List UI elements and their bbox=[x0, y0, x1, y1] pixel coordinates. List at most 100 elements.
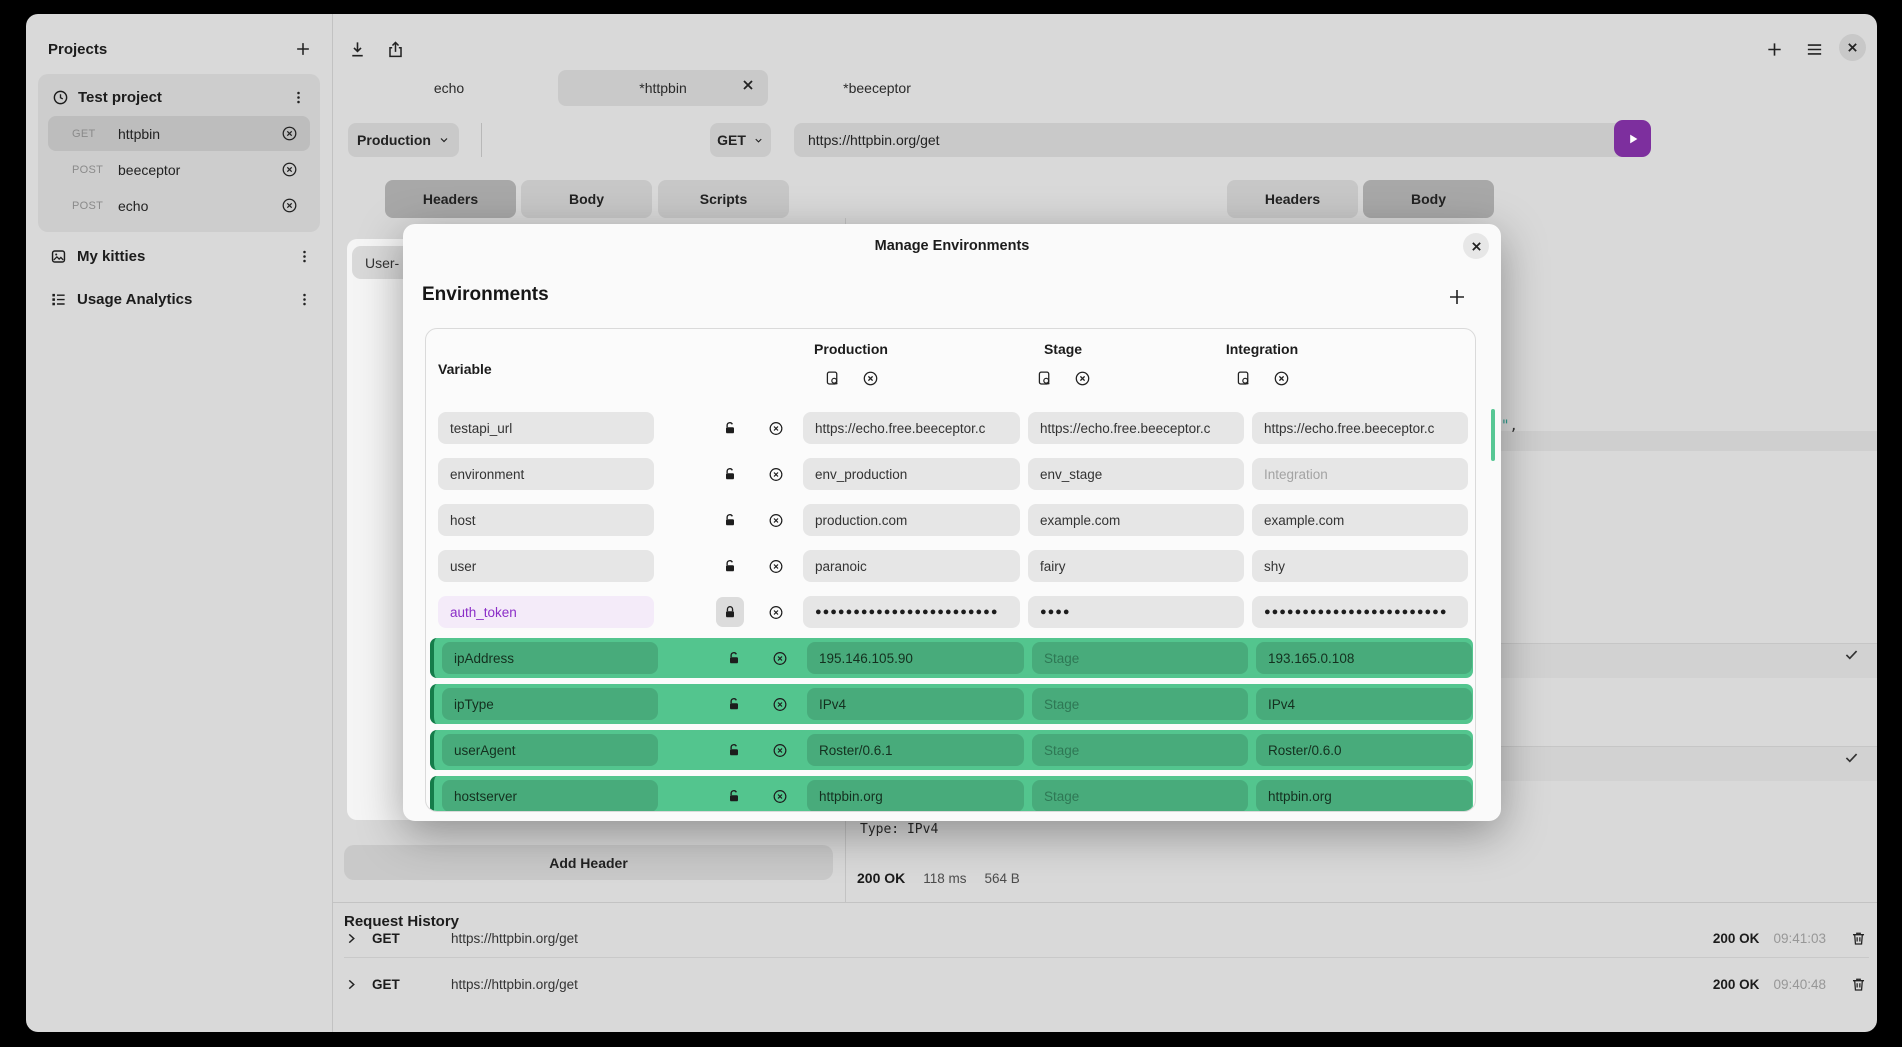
delete-environment-icon[interactable] bbox=[860, 368, 881, 389]
lock-open-button[interactable] bbox=[716, 413, 744, 443]
response-tab-body[interactable]: Body bbox=[1363, 180, 1494, 218]
remove-variable-button[interactable] bbox=[766, 781, 794, 811]
env-value-input[interactable] bbox=[1028, 412, 1244, 444]
lock-open-button[interactable] bbox=[720, 689, 748, 719]
env-value-input[interactable] bbox=[803, 458, 1020, 490]
url-input[interactable] bbox=[794, 123, 1635, 157]
add-project-button[interactable] bbox=[292, 38, 314, 60]
remove-variable-button[interactable] bbox=[762, 597, 790, 627]
sidebar-item-echo[interactable]: POST echo bbox=[48, 188, 310, 223]
tab-httpbin[interactable]: *httpbin bbox=[558, 70, 768, 106]
env-value-input[interactable] bbox=[807, 642, 1024, 674]
import-download-icon[interactable] bbox=[346, 38, 369, 61]
env-var-name-input[interactable] bbox=[438, 596, 654, 628]
project-header[interactable]: Test project bbox=[42, 80, 316, 115]
lock-open-button[interactable] bbox=[720, 781, 748, 811]
env-value-input[interactable] bbox=[1032, 688, 1248, 720]
remove-variable-button[interactable] bbox=[762, 505, 790, 535]
delete-environment-icon[interactable] bbox=[1072, 368, 1093, 389]
project-menu-kebab-icon[interactable] bbox=[295, 246, 314, 267]
request-tab-headers[interactable]: Headers bbox=[385, 180, 516, 218]
env-value-input[interactable] bbox=[1252, 550, 1468, 582]
env-var-name-input[interactable] bbox=[442, 780, 658, 812]
lock-open-button[interactable] bbox=[716, 505, 744, 535]
env-value-input[interactable] bbox=[1256, 642, 1472, 674]
env-value-input[interactable] bbox=[1252, 504, 1468, 536]
sidebar-item-httpbin[interactable]: GET httpbin bbox=[48, 116, 310, 151]
env-value-input[interactable] bbox=[1028, 458, 1244, 490]
modal-scrollbar-thumb[interactable] bbox=[1491, 409, 1495, 461]
send-request-button[interactable] bbox=[1614, 120, 1651, 157]
sidebar-item-beeceptor[interactable]: POST beeceptor bbox=[48, 152, 310, 187]
lock-open-button[interactable] bbox=[716, 459, 744, 489]
modal-close-button[interactable] bbox=[1463, 233, 1489, 259]
history-row[interactable]: GET https://httpbin.org/get 200 OK 09:40… bbox=[344, 966, 1869, 1003]
add-environment-button[interactable] bbox=[1441, 286, 1473, 308]
env-value-input[interactable] bbox=[803, 550, 1020, 582]
remove-variable-button[interactable] bbox=[762, 459, 790, 489]
duplicate-environment-icon[interactable] bbox=[822, 368, 843, 389]
lock-closed-button[interactable] bbox=[716, 597, 744, 627]
env-value-input[interactable] bbox=[1032, 734, 1248, 766]
env-value-input[interactable] bbox=[807, 780, 1024, 812]
duplicate-environment-icon[interactable] bbox=[1034, 368, 1055, 389]
env-value-input[interactable] bbox=[807, 688, 1024, 720]
close-request-icon[interactable] bbox=[279, 159, 300, 180]
menu-hamburger-icon[interactable] bbox=[1803, 38, 1826, 61]
env-value-input[interactable] bbox=[1028, 550, 1244, 582]
env-var-name-input[interactable] bbox=[438, 504, 654, 536]
env-value-input[interactable] bbox=[803, 412, 1020, 444]
remove-variable-button[interactable] bbox=[762, 551, 790, 581]
env-value-input[interactable] bbox=[807, 734, 1024, 766]
remove-variable-button[interactable] bbox=[766, 689, 794, 719]
close-request-icon[interactable] bbox=[279, 195, 300, 216]
env-value-input[interactable] bbox=[1252, 458, 1468, 490]
method-selector[interactable]: GET bbox=[710, 123, 771, 157]
trash-icon[interactable] bbox=[1848, 928, 1869, 949]
history-row[interactable]: GET https://httpbin.org/get 200 OK 09:41… bbox=[344, 920, 1869, 957]
remove-variable-button[interactable] bbox=[766, 735, 794, 765]
response-tab-headers[interactable]: Headers bbox=[1227, 180, 1358, 218]
lock-open-button[interactable] bbox=[720, 643, 748, 673]
remove-variable-button[interactable] bbox=[762, 413, 790, 443]
env-row-ipType bbox=[430, 684, 1473, 724]
tab-beeceptor[interactable]: *beeceptor bbox=[772, 70, 982, 106]
delete-environment-icon[interactable] bbox=[1271, 368, 1292, 389]
env-value-input[interactable] bbox=[1256, 734, 1472, 766]
env-value-input[interactable] bbox=[1032, 642, 1248, 674]
env-value-input[interactable] bbox=[1028, 596, 1244, 628]
lock-open-button[interactable] bbox=[720, 735, 748, 765]
env-value-input[interactable] bbox=[1032, 780, 1248, 812]
window-close-button[interactable] bbox=[1839, 34, 1866, 61]
env-var-name-input[interactable] bbox=[442, 642, 658, 674]
duplicate-environment-icon[interactable] bbox=[1233, 368, 1254, 389]
export-share-icon[interactable] bbox=[384, 38, 407, 61]
env-var-name-input[interactable] bbox=[438, 412, 654, 444]
request-tab-body[interactable]: Body bbox=[521, 180, 652, 218]
request-tab-scripts[interactable]: Scripts bbox=[658, 180, 789, 218]
tab-close-icon[interactable] bbox=[742, 79, 754, 91]
env-var-name-input[interactable] bbox=[442, 734, 658, 766]
env-var-name-input[interactable] bbox=[438, 550, 654, 582]
env-value-input[interactable] bbox=[1256, 688, 1472, 720]
sidebar-item-usage-analytics[interactable]: Usage Analytics bbox=[26, 275, 332, 318]
lock-open-button[interactable] bbox=[716, 551, 744, 581]
project-menu-kebab-icon[interactable] bbox=[289, 87, 308, 108]
env-value-input[interactable] bbox=[803, 596, 1020, 628]
environment-selector[interactable]: Production bbox=[348, 123, 459, 157]
env-value-input[interactable] bbox=[1252, 596, 1468, 628]
close-request-icon[interactable] bbox=[279, 123, 300, 144]
project-menu-kebab-icon[interactable] bbox=[295, 289, 314, 310]
env-value-input[interactable] bbox=[1028, 504, 1244, 536]
remove-variable-button[interactable] bbox=[766, 643, 794, 673]
env-value-input[interactable] bbox=[1256, 780, 1472, 812]
add-header-button[interactable]: Add Header bbox=[344, 845, 833, 880]
env-value-input[interactable] bbox=[1252, 412, 1468, 444]
env-var-name-input[interactable] bbox=[442, 688, 658, 720]
new-tab-plus-icon[interactable] bbox=[1763, 38, 1786, 61]
env-var-name-input[interactable] bbox=[438, 458, 654, 490]
env-value-input[interactable] bbox=[803, 504, 1020, 536]
sidebar-item-my-kitties[interactable]: My kitties bbox=[26, 232, 332, 275]
tab-echo[interactable]: echo bbox=[344, 70, 554, 106]
trash-icon[interactable] bbox=[1848, 974, 1869, 995]
